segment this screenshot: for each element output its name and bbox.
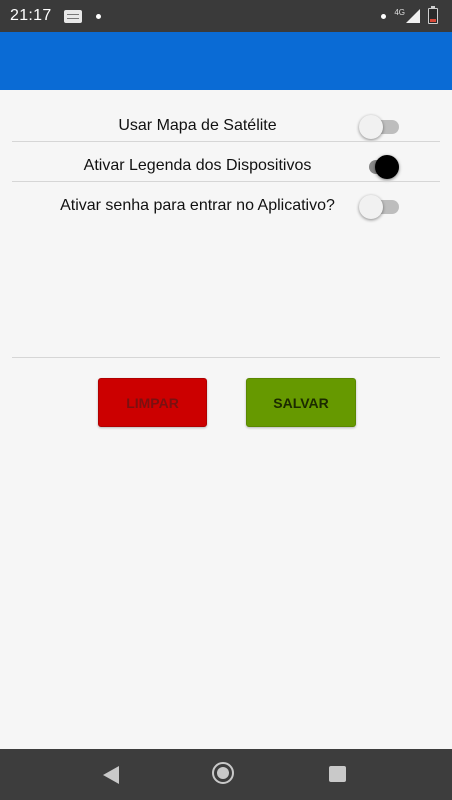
network-type: 4G: [394, 7, 405, 17]
divider: [12, 357, 440, 358]
status-time: 21:17: [10, 7, 52, 24]
switch-thumb: [359, 195, 383, 219]
save-button[interactable]: SALVAR: [246, 378, 356, 427]
switch-thumb: [375, 155, 399, 179]
app-password-toggle[interactable]: [359, 195, 401, 219]
setting-label: Ativar senha para entrar no Aplicativo?: [60, 197, 335, 214]
home-icon[interactable]: [212, 762, 234, 784]
settings-list: Usar Mapa de Satélite Ativar Legenda dos…: [0, 107, 452, 227]
status-bar: 21:17 4G: [0, 0, 452, 32]
back-icon[interactable]: [103, 766, 119, 784]
switch-thumb: [359, 115, 383, 139]
navigation-bar: [0, 749, 452, 800]
battery-icon: [428, 6, 438, 24]
app-bar: [0, 32, 452, 90]
dot-icon: [95, 13, 101, 19]
divider: [12, 141, 440, 142]
divider: [12, 181, 440, 182]
notification-icon: [63, 9, 82, 23]
setting-row-app-password: Ativar senha para entrar no Aplicativo?: [0, 187, 452, 227]
recents-icon[interactable]: [329, 766, 346, 782]
satellite-map-toggle[interactable]: [359, 115, 401, 139]
setting-label: Usar Mapa de Satélite: [118, 117, 277, 134]
dot-icon: [381, 13, 387, 19]
clear-button[interactable]: LIMPAR: [98, 378, 207, 427]
setting-label: Ativar Legenda dos Dispositivos: [83, 157, 312, 174]
device-legend-toggle[interactable]: [359, 155, 401, 179]
status-right-group: 4G: [381, 0, 438, 32]
signal-icon: [406, 9, 420, 23]
